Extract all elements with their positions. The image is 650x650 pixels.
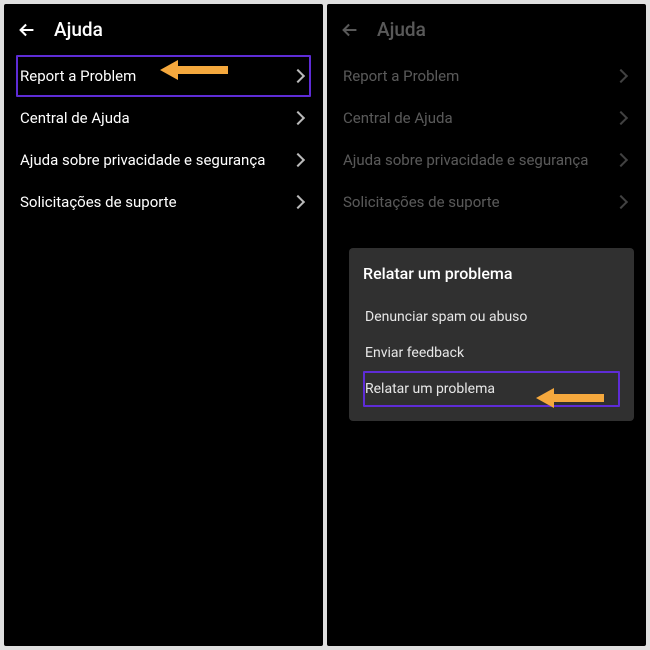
dialog-title: Relatar um problema — [363, 264, 620, 283]
chevron-right-icon — [291, 195, 305, 209]
menu-item-support-requests[interactable]: Solicitações de suporte — [339, 181, 634, 223]
menu-item-report-problem[interactable]: Report a Problem — [339, 55, 634, 97]
header: Ajuda — [4, 4, 323, 55]
screen-left: Ajuda Report a Problem Central de Ajuda … — [4, 4, 323, 646]
menu-item-label: Ajuda sobre privacidade e segurança — [20, 151, 265, 169]
chevron-right-icon — [291, 153, 305, 167]
dialog-option-label: Denunciar spam ou abuso — [365, 309, 527, 325]
menu-item-label: Report a Problem — [20, 67, 136, 85]
menu-item-label: Central de Ajuda — [20, 109, 130, 127]
dialog-option-report-problem[interactable]: Relatar um problema — [363, 371, 620, 407]
page-title: Ajuda — [54, 18, 103, 41]
menu-item-label: Solicitações de suporte — [343, 193, 500, 211]
dialog-option-label: Relatar um problema — [365, 381, 495, 397]
chevron-right-icon — [291, 69, 305, 83]
screen-right: Ajuda Report a Problem Central de Ajuda … — [327, 4, 646, 646]
chevron-right-icon — [614, 111, 628, 125]
menu-list: Report a Problem Central de Ajuda Ajuda … — [4, 55, 323, 223]
menu-list: Report a Problem Central de Ajuda Ajuda … — [327, 55, 646, 223]
menu-item-help-center[interactable]: Central de Ajuda — [16, 97, 311, 139]
dialog-option-spam-abuse[interactable]: Denunciar spam ou abuso — [363, 299, 620, 335]
screenshots-container: Ajuda Report a Problem Central de Ajuda … — [0, 0, 650, 650]
chevron-right-icon — [291, 111, 305, 125]
menu-item-privacy-security[interactable]: Ajuda sobre privacidade e segurança — [16, 139, 311, 181]
menu-item-support-requests[interactable]: Solicitações de suporte — [16, 181, 311, 223]
menu-item-report-problem[interactable]: Report a Problem — [16, 55, 311, 97]
chevron-right-icon — [614, 195, 628, 209]
header: Ajuda — [327, 4, 646, 55]
menu-item-label: Report a Problem — [343, 67, 459, 85]
menu-item-label: Solicitações de suporte — [20, 193, 177, 211]
menu-item-label: Central de Ajuda — [343, 109, 453, 127]
menu-item-privacy-security[interactable]: Ajuda sobre privacidade e segurança — [339, 139, 634, 181]
back-arrow-icon[interactable] — [339, 19, 361, 41]
chevron-right-icon — [614, 69, 628, 83]
report-problem-dialog: Relatar um problema Denunciar spam ou ab… — [349, 248, 634, 421]
dialog-option-label: Enviar feedback — [365, 345, 464, 361]
back-arrow-icon[interactable] — [16, 19, 38, 41]
page-title: Ajuda — [377, 18, 426, 41]
menu-item-help-center[interactable]: Central de Ajuda — [339, 97, 634, 139]
menu-item-label: Ajuda sobre privacidade e segurança — [343, 151, 588, 169]
chevron-right-icon — [614, 153, 628, 167]
dialog-option-send-feedback[interactable]: Enviar feedback — [363, 335, 620, 371]
